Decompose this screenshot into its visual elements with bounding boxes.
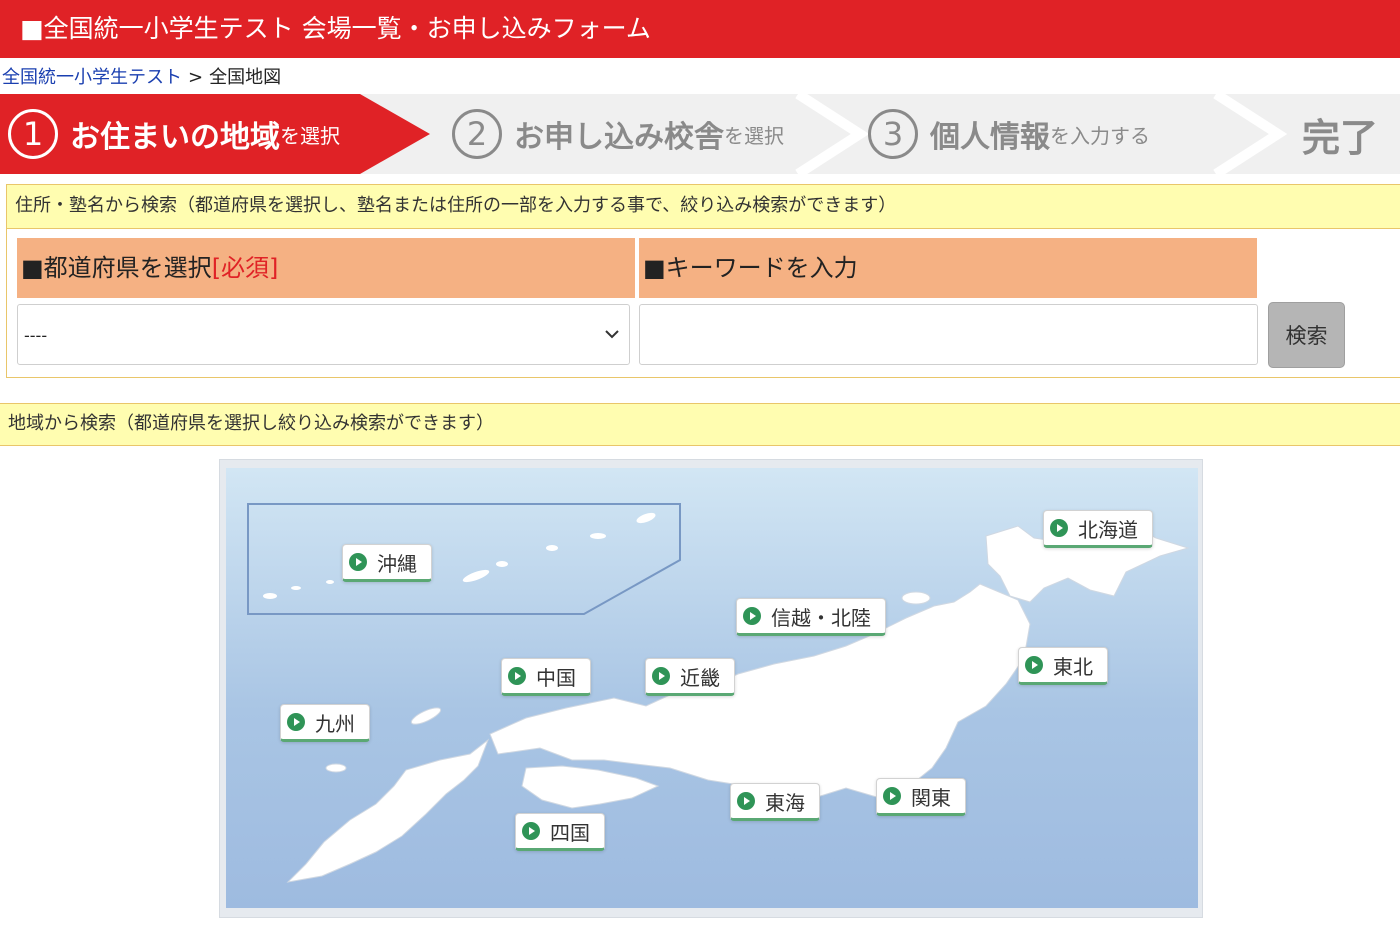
step-2-school: 2 お申し込み校舎 を選択 <box>452 94 784 174</box>
breadcrumb-link-top[interactable]: 全国統一小学生テスト <box>2 67 182 88</box>
play-circle-icon <box>349 553 367 571</box>
region-button-shinetsu-hokuriku[interactable]: 信越・北陸 <box>736 598 886 636</box>
play-circle-icon <box>743 607 761 625</box>
step-divider-chevron <box>795 94 870 174</box>
step-label: お申し込み校舎 <box>514 120 724 155</box>
address-search-heading: 住所・塾名から検索（都道府県を選択し、塾名または住所の一部を入力する事で、絞り込… <box>7 185 1400 229</box>
region-button-okinawa[interactable]: 沖縄 <box>342 544 432 582</box>
region-label: 九州 <box>315 711 355 736</box>
step-1-region: 1 お住まいの地域 を選択 <box>8 94 340 174</box>
step-label: 完了 <box>1302 115 1379 160</box>
play-circle-icon <box>522 822 540 840</box>
region-button-kinki[interactable]: 近畿 <box>645 658 735 696</box>
required-mark: [必須] <box>211 254 279 282</box>
region-label: 東北 <box>1053 654 1093 679</box>
address-search-panel: 住所・塾名から検索（都道府県を選択し、塾名または住所の一部を入力する事で、絞り込… <box>6 184 1400 378</box>
step-label: お住まいの地域 <box>70 120 280 155</box>
region-label: 沖縄 <box>377 551 417 576</box>
step-3-personal-info: 3 個人情報 を入力する <box>868 94 1150 174</box>
play-circle-icon <box>652 667 670 685</box>
region-label: 関東 <box>911 785 951 810</box>
region-label: 四国 <box>550 820 590 845</box>
region-button-chugoku[interactable]: 中国 <box>501 658 591 696</box>
progress-steps: 1 お住まいの地域 を選択 2 お申し込み校舎 を選択 3 個人情報 を入力する 完了 <box>0 94 1400 174</box>
region-label: 近畿 <box>680 665 720 690</box>
breadcrumb: 全国統一小学生テスト > 全国地図 <box>2 66 281 90</box>
prefecture-select[interactable]: ---- <box>17 304 630 365</box>
region-label: 東海 <box>765 790 805 815</box>
breadcrumb-current: 全国地図 <box>209 67 282 88</box>
region-button-kyushu[interactable]: 九州 <box>280 704 370 742</box>
region-button-kanto[interactable]: 関東 <box>876 778 966 816</box>
region-button-hokkaido[interactable]: 北海道 <box>1043 510 1153 548</box>
region-button-shikoku[interactable]: 四国 <box>515 813 605 851</box>
play-circle-icon <box>883 787 901 805</box>
step-divider-chevron <box>1213 94 1288 174</box>
step-number: 2 <box>452 109 502 159</box>
play-circle-icon <box>287 713 305 731</box>
prefecture-label: ■都道府県を選択[必須] <box>17 238 635 298</box>
prefecture-label-text: ■都道府県を選択 <box>21 254 212 282</box>
step-4-complete: 完了 <box>1302 94 1378 174</box>
search-button[interactable]: 検索 <box>1268 302 1345 368</box>
region-button-tokai[interactable]: 東海 <box>730 783 820 821</box>
region-label: 北海道 <box>1078 517 1138 542</box>
prefecture-selected-value: ---- <box>24 326 48 345</box>
play-circle-icon <box>508 667 526 685</box>
chevron-down-icon <box>605 330 619 339</box>
play-circle-icon <box>1050 519 1068 537</box>
region-label: 中国 <box>536 665 576 690</box>
region-label: 信越・北陸 <box>771 605 871 630</box>
step-sublabel: を選択 <box>280 123 340 148</box>
keyword-label: ■キーワードを入力 <box>639 238 1257 298</box>
step-sublabel: を入力する <box>1050 123 1150 148</box>
region-button-tohoku[interactable]: 東北 <box>1018 647 1108 685</box>
play-circle-icon <box>1025 656 1043 674</box>
step-label: 個人情報 <box>930 120 1050 155</box>
page-header: ■全国統一小学生テスト 会場一覧・お申し込みフォーム <box>0 0 1400 58</box>
step-number: 1 <box>8 109 58 159</box>
keyword-input[interactable] <box>639 304 1258 365</box>
step-sublabel: を選択 <box>724 123 784 148</box>
play-circle-icon <box>737 792 755 810</box>
breadcrumb-separator: > <box>188 67 204 88</box>
region-search-heading: 地域から検索（都道府県を選択し絞り込み検索ができます） <box>0 403 1400 446</box>
step-number: 3 <box>868 109 918 159</box>
